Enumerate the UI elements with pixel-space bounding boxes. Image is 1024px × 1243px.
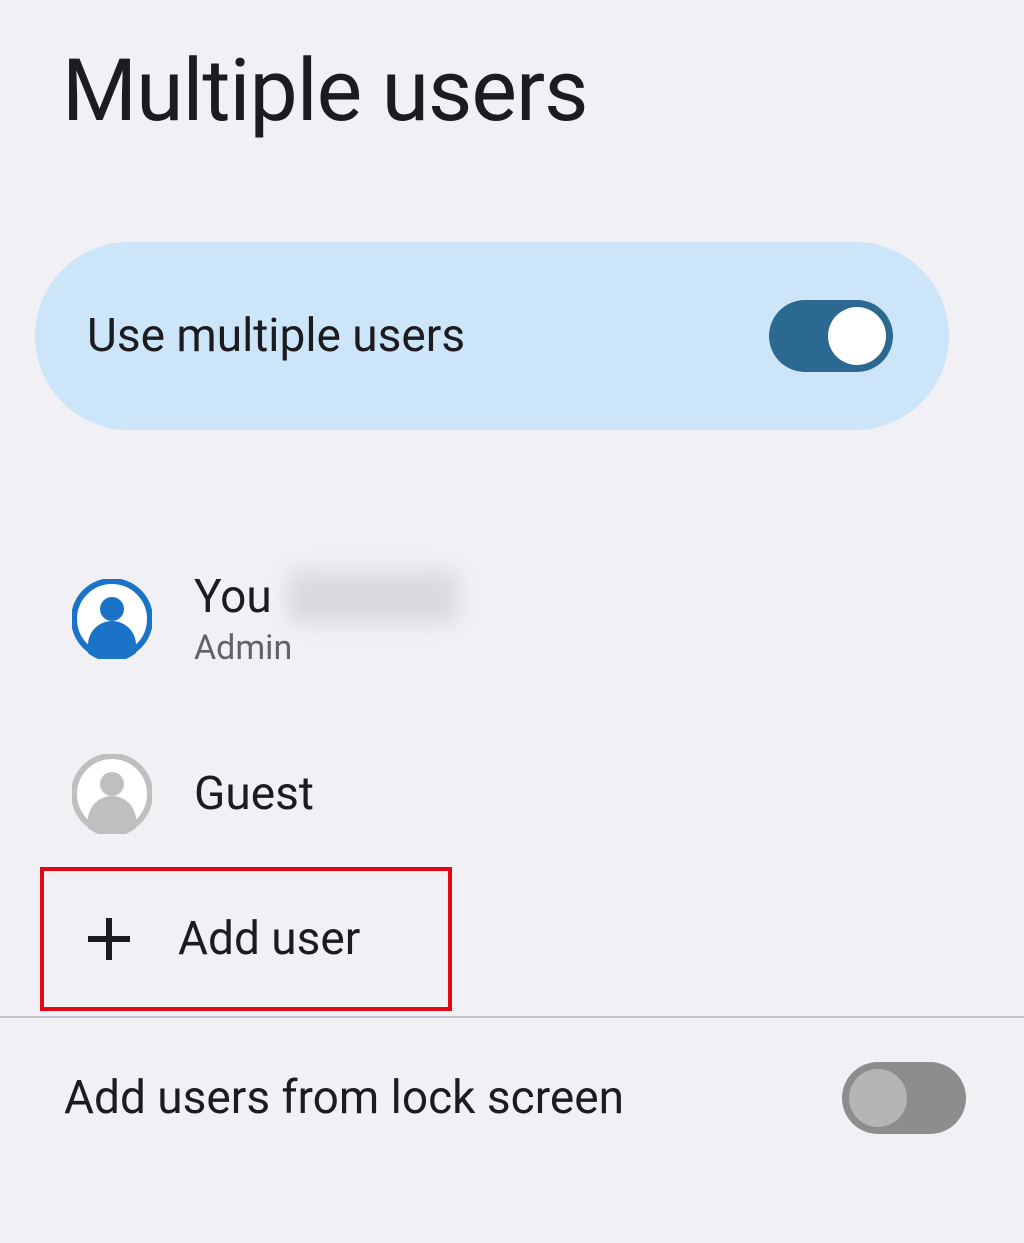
user-name-blurred-suffix	[288, 571, 458, 623]
add-users-from-lock-screen-label: Add users from lock screen	[64, 1071, 624, 1125]
user-name: Guest	[194, 767, 314, 821]
user-text-block: You Admin	[194, 570, 458, 668]
use-multiple-users-switch[interactable]	[769, 300, 893, 372]
plus-icon	[84, 914, 134, 964]
multiple-users-screen: Multiple users Use multiple users You Ad…	[0, 0, 1024, 1243]
switch-thumb	[849, 1069, 907, 1127]
user-avatar-icon	[72, 579, 152, 659]
add-user-button[interactable]: Add user	[40, 867, 452, 1011]
switch-thumb	[828, 307, 886, 365]
add-users-from-lock-screen-switch[interactable]	[842, 1062, 966, 1134]
use-multiple-users-label: Use multiple users	[87, 309, 465, 363]
page-title: Multiple users	[62, 40, 588, 141]
user-name: You	[194, 570, 272, 624]
user-row-guest[interactable]: Guest	[72, 754, 314, 834]
use-multiple-users-row[interactable]: Use multiple users	[35, 242, 949, 430]
add-user-label: Add user	[178, 912, 360, 966]
user-role: Admin	[194, 628, 458, 668]
user-text-block: Guest	[194, 767, 314, 821]
user-row-you[interactable]: You Admin	[72, 570, 458, 668]
section-divider	[0, 1016, 1024, 1018]
add-users-from-lock-screen-row[interactable]: Add users from lock screen	[64, 1062, 966, 1134]
user-avatar-icon	[72, 754, 152, 834]
